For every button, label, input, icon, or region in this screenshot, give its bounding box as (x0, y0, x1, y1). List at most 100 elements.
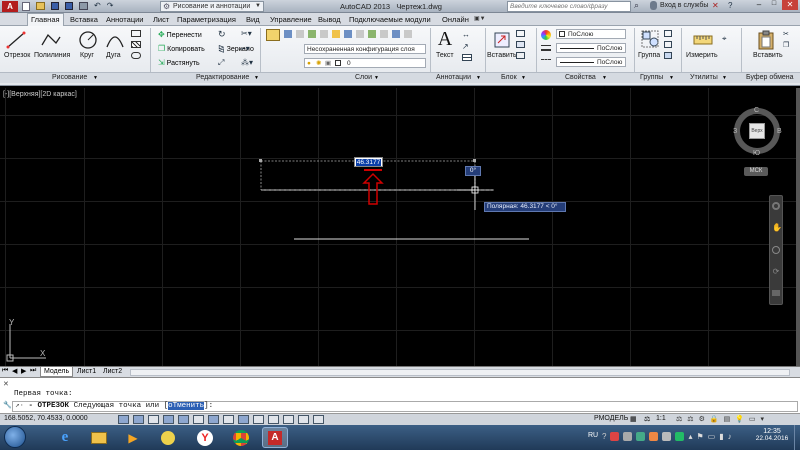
dimension-icon[interactable]: ↔ (462, 30, 482, 39)
edit-block-icon[interactable] (516, 41, 525, 48)
panel-properties-chevron-icon[interactable]: ▼ (602, 75, 607, 81)
linetype-icon[interactable] (541, 59, 551, 60)
layer-tool-7-icon[interactable] (356, 30, 364, 38)
maximize-icon[interactable]: □ (767, 0, 781, 10)
tray-app-1-icon[interactable] (623, 432, 633, 441)
grid-toggle-icon[interactable] (133, 415, 144, 424)
layout-grid-icon[interactable]: ▦ (630, 415, 637, 423)
search-input[interactable]: Введите ключевое слово/фразу (507, 1, 631, 12)
tab-manage[interactable]: Управление (270, 14, 312, 25)
tray-monitor-icon[interactable]: ▭ (708, 432, 716, 441)
tab-parametric[interactable]: Параметризация (177, 14, 236, 25)
pan-icon[interactable]: ✋ (772, 224, 782, 232)
tab-online[interactable]: Онлайн (442, 14, 469, 25)
create-block-icon[interactable] (516, 30, 525, 37)
language-indicator[interactable]: RU (588, 432, 598, 439)
trim-icon[interactable]: ✂▾ (241, 29, 252, 38)
wcs-menu-button[interactable]: МСК (744, 167, 768, 176)
am-toggle-icon[interactable] (313, 415, 324, 424)
tab-layout[interactable]: Лист (153, 14, 169, 25)
annotation-scale[interactable]: 1:1 (656, 415, 666, 422)
tab-view[interactable]: Вид (246, 14, 260, 25)
hardware-accel-icon[interactable]: ▤ (724, 415, 731, 423)
taskbar-media-icon[interactable]: ▶ (120, 427, 146, 448)
layer-tool-11-icon[interactable] (404, 30, 412, 38)
linetype-select[interactable]: ПоСлою (556, 57, 626, 67)
viewcube[interactable]: Верх (734, 108, 780, 154)
line-tool-label[interactable]: Отрезок (4, 52, 30, 59)
tab-plugins[interactable]: Подключаемые модули (349, 14, 431, 25)
tpy-toggle-icon[interactable] (268, 415, 279, 424)
table-icon[interactable] (462, 54, 472, 61)
panel-block-label[interactable]: Блок (501, 74, 517, 81)
panel-annotation-label[interactable]: Аннотации (436, 74, 471, 81)
array-icon[interactable]: ⁂▾ (241, 58, 253, 67)
dyn-toggle-icon[interactable] (238, 415, 249, 424)
circle-tool-icon[interactable] (77, 30, 99, 50)
hatch-icon[interactable] (131, 41, 141, 48)
lock-toolbar-icon[interactable]: 🔒 (710, 415, 719, 423)
osnap-toggle-icon[interactable] (178, 415, 189, 424)
tab-sheet1[interactable]: Лист1 (74, 367, 99, 377)
lwt-toggle-icon[interactable] (253, 415, 264, 424)
taskbar-ie-icon[interactable]: e (52, 427, 78, 448)
showmotion-icon[interactable] (772, 290, 780, 296)
undo-icon[interactable]: ↶ (94, 2, 101, 11)
leader-icon[interactable]: ↗ (462, 42, 482, 51)
region-icon[interactable] (131, 52, 141, 59)
lineweight-icon[interactable] (541, 45, 551, 51)
panel-utilities-label[interactable]: Утилиты (690, 74, 718, 81)
show-desktop-button[interactable] (794, 425, 800, 450)
compass-south[interactable]: Ю (753, 150, 760, 157)
status-menu-icon[interactable]: ▾ (761, 415, 765, 423)
horizontal-scrollbar[interactable] (130, 369, 790, 376)
move-button[interactable]: ✥ Перенести (158, 30, 202, 39)
tab-sheet2[interactable]: Лист2 (100, 367, 125, 377)
tab-model[interactable]: Модель (40, 367, 74, 377)
search-icon[interactable]: ⌕ (634, 0, 639, 11)
plot-icon[interactable] (79, 2, 88, 10)
close-icon[interactable]: ✕ (782, 0, 798, 10)
taskbar-yandex-icon[interactable]: Y (192, 427, 218, 448)
tab-annotate[interactable]: Аннотации (106, 14, 144, 25)
qp-toggle-icon[interactable] (283, 415, 294, 424)
panel-annotation-chevron-icon[interactable]: ▼ (476, 75, 481, 81)
layer-tool-10-icon[interactable] (392, 30, 400, 38)
open-icon[interactable] (36, 2, 45, 10)
layer-tool-4-icon[interactable] (320, 30, 328, 38)
taskbar-chrome-icon[interactable] (228, 427, 254, 448)
insert-block-icon[interactable] (492, 30, 512, 50)
exchange-icon[interactable]: ✕ (712, 1, 719, 10)
tray-app-2-icon[interactable] (636, 432, 646, 441)
snap-toggle-icon[interactable] (118, 415, 129, 424)
stretch-button[interactable]: ⇲ Растянуть (158, 58, 200, 67)
paste-label[interactable]: Вставить (753, 52, 783, 59)
steering-wheel-icon[interactable] (772, 202, 780, 210)
layer-tool-5-icon[interactable] (332, 30, 340, 38)
ducs-toggle-icon[interactable] (223, 415, 234, 424)
tray-expand-icon[interactable]: ▴ (688, 432, 692, 441)
isolate-objects-icon[interactable]: 💡 (735, 415, 744, 423)
taskbar-explorer-icon[interactable] (86, 427, 112, 448)
command-settings-icon[interactable]: 🔧 (3, 401, 12, 409)
coordinates-readout[interactable]: 168.5052, 70.4533, 0.0000 (4, 415, 88, 422)
otrack-toggle-icon[interactable] (208, 415, 219, 424)
line-tool-icon[interactable] (5, 30, 27, 50)
layer-tool-1-icon[interactable] (284, 30, 292, 38)
tab-insert[interactable]: Вставка (70, 14, 98, 25)
minimize-icon[interactable]: – (752, 0, 766, 10)
tray-volume-icon[interactable]: ♪ (728, 432, 732, 441)
tab-output[interactable]: Вывод (318, 14, 341, 25)
layer-properties-icon[interactable] (266, 29, 280, 41)
angle-input-box[interactable]: 0° (465, 166, 481, 176)
panel-properties-label[interactable]: Свойства (565, 74, 596, 81)
annotation-scale-icon[interactable]: ⚖ (644, 415, 650, 423)
layer-tool-8-icon[interactable] (368, 30, 376, 38)
color-select[interactable]: ПоСлою (556, 29, 626, 39)
ribbon-toggle-icon[interactable]: ▣▼ (474, 15, 486, 22)
arc-tool-icon[interactable] (104, 30, 126, 50)
ungroup-icon[interactable] (664, 30, 672, 37)
dynamic-dimension-input[interactable]: 46.3177 (354, 157, 383, 167)
attribute-icon[interactable] (516, 52, 525, 59)
command-close-icon[interactable]: ✕ (3, 380, 9, 388)
